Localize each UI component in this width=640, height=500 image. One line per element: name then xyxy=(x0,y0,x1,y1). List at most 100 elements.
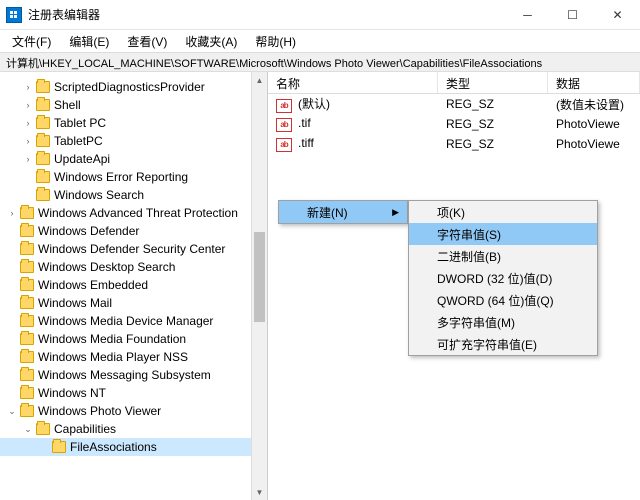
col-data[interactable]: 数据 xyxy=(548,72,640,93)
ctx-item[interactable]: QWORD (64 位)值(Q) xyxy=(409,289,597,311)
tree-label: UpdateApi xyxy=(54,152,110,166)
tree-pane[interactable]: ›ScriptedDiagnosticsProvider›Shell›Table… xyxy=(0,72,268,500)
scroll-down-icon[interactable]: ▼ xyxy=(252,484,267,500)
twisty-icon[interactable]: › xyxy=(22,154,34,164)
menubar: 文件(F) 编辑(E) 查看(V) 收藏夹(A) 帮助(H) xyxy=(0,30,640,52)
ctx-item-label: 可扩充字符串值(E) xyxy=(437,336,537,353)
folder-icon xyxy=(36,135,50,147)
maximize-button[interactable]: ☐ xyxy=(550,0,595,29)
ctx-item[interactable]: 项(K) xyxy=(409,201,597,223)
twisty-icon[interactable]: › xyxy=(6,208,18,218)
tree-node[interactable]: Windows Desktop Search xyxy=(0,258,267,276)
ctx-item[interactable]: DWORD (32 位)值(D) xyxy=(409,267,597,289)
folder-icon xyxy=(36,117,50,129)
folder-icon xyxy=(20,243,34,255)
tree-node[interactable]: ⌄ Capabilities xyxy=(0,420,267,438)
tree-label: Windows Error Reporting xyxy=(54,170,188,184)
string-icon: ab xyxy=(276,118,292,132)
value-data: (数值未设置) xyxy=(548,96,640,113)
menu-edit[interactable]: 编辑(E) xyxy=(61,31,117,52)
close-button[interactable]: ✕ xyxy=(595,0,640,29)
tree-node[interactable]: Windows Media Player NSS xyxy=(0,348,267,366)
value-name: (默认) xyxy=(298,97,330,111)
folder-icon xyxy=(36,153,50,165)
folder-icon xyxy=(36,189,50,201)
value-name: .tiff xyxy=(298,136,314,150)
tree-node[interactable]: Windows Defender Security Center xyxy=(0,240,267,258)
tree-label: Windows Media Player NSS xyxy=(38,350,188,364)
tree-node[interactable]: ›TabletPC xyxy=(0,132,267,150)
folder-icon xyxy=(20,315,34,327)
tree-node[interactable]: Windows Media Device Manager xyxy=(0,312,267,330)
window-title: 注册表编辑器 xyxy=(28,6,505,23)
twisty-icon[interactable]: ⌄ xyxy=(6,406,18,417)
tree-node[interactable]: Windows NT xyxy=(0,384,267,402)
twisty-icon[interactable]: › xyxy=(22,136,34,146)
address-bar[interactable]: 计算机\HKEY_LOCAL_MACHINE\SOFTWARE\Microsof… xyxy=(0,52,640,72)
tree-node[interactable]: Windows Messaging Subsystem xyxy=(0,366,267,384)
tree-label: Windows Defender Security Center xyxy=(38,242,225,256)
tree-node[interactable]: › Tablet PC xyxy=(0,114,267,132)
tree-node[interactable]: ›Windows Advanced Threat Protection xyxy=(0,204,267,222)
tree-label: Windows Desktop Search xyxy=(38,260,175,274)
tree-node[interactable]: ›ScriptedDiagnosticsProvider xyxy=(0,78,267,96)
tree-label: FileAssociations xyxy=(70,440,157,454)
tree-label: Windows Media Device Manager xyxy=(38,314,213,328)
list-row[interactable]: ab (默认) REG_SZ(数值未设置) xyxy=(268,94,640,114)
tree-node[interactable]: Windows Mail xyxy=(0,294,267,312)
tree-node[interactable]: Windows Error Reporting xyxy=(0,168,267,186)
context-submenu: 项(K) 字符串值(S) 二进制值(B) DWORD (32 位)值(D)QWORD … xyxy=(408,200,598,356)
context-menu-new: 新建(N) ▶ xyxy=(278,200,408,224)
ctx-item-label: 项(K) xyxy=(437,204,465,221)
tree-node[interactable]: FileAssociations xyxy=(0,438,267,456)
folder-icon xyxy=(20,261,34,273)
ctx-item[interactable]: 字符串值(S) xyxy=(409,223,597,245)
folder-icon xyxy=(36,171,50,183)
tree-label: Capabilities xyxy=(54,422,116,436)
tree-label: Tablet PC xyxy=(54,116,106,130)
tree-label: Shell xyxy=(54,98,81,112)
value-type: REG_SZ xyxy=(438,97,548,111)
ctx-item[interactable]: 可扩充字符串值(E) xyxy=(409,333,597,355)
tree-node[interactable]: Windows Embedded xyxy=(0,276,267,294)
twisty-icon[interactable]: ⌄ xyxy=(22,424,34,435)
tree-node[interactable]: Windows Search xyxy=(0,186,267,204)
ctx-item[interactable]: 多字符串值(M) xyxy=(409,311,597,333)
tree-node[interactable]: › UpdateApi xyxy=(0,150,267,168)
ctx-item[interactable]: 二进制值(B) xyxy=(409,245,597,267)
ctx-new[interactable]: 新建(N) ▶ xyxy=(279,201,407,223)
string-icon: ab xyxy=(276,99,292,113)
tree-node[interactable]: ⌄Windows Photo Viewer xyxy=(0,402,267,420)
tree-node[interactable]: › Shell xyxy=(0,96,267,114)
menu-file[interactable]: 文件(F) xyxy=(4,31,59,52)
string-icon: ab xyxy=(276,138,292,152)
menu-favorites[interactable]: 收藏夹(A) xyxy=(177,31,245,52)
folder-icon xyxy=(20,297,34,309)
value-type: REG_SZ xyxy=(438,117,548,131)
ctx-item-label: 二进制值(B) xyxy=(437,248,501,265)
scroll-up-icon[interactable]: ▲ xyxy=(252,72,267,88)
folder-icon xyxy=(20,387,34,399)
list-pane[interactable]: 名称 类型 数据 ab (默认) REG_SZ(数值未设置)ab.tifREG_SZ… xyxy=(268,72,640,500)
ctx-new-label: 新建(N) xyxy=(307,204,348,221)
menu-help[interactable]: 帮助(H) xyxy=(247,31,304,52)
scroll-thumb[interactable] xyxy=(254,232,265,322)
menu-view[interactable]: 查看(V) xyxy=(119,31,175,52)
tree-node[interactable]: Windows Media Foundation xyxy=(0,330,267,348)
chevron-right-icon: ▶ xyxy=(392,207,399,218)
tree-label: Windows Embedded xyxy=(38,278,148,292)
twisty-icon[interactable]: › xyxy=(22,82,34,92)
twisty-icon[interactable]: › xyxy=(22,118,34,128)
col-name[interactable]: 名称 xyxy=(268,72,438,93)
minimize-button[interactable]: ─ xyxy=(505,0,550,29)
tree-node[interactable]: Windows Defender xyxy=(0,222,267,240)
scrollbar[interactable]: ▲▼ xyxy=(251,72,267,500)
twisty-icon[interactable]: › xyxy=(22,100,34,110)
col-type[interactable]: 类型 xyxy=(438,72,548,93)
folder-icon xyxy=(20,207,34,219)
list-row[interactable]: ab.tiffREG_SZPhotoViewe xyxy=(268,134,640,154)
folder-icon xyxy=(52,441,66,453)
list-row[interactable]: ab.tifREG_SZPhotoViewe xyxy=(268,114,640,134)
titlebar: 注册表编辑器 ─ ☐ ✕ xyxy=(0,0,640,30)
value-data: PhotoViewe xyxy=(548,117,640,131)
